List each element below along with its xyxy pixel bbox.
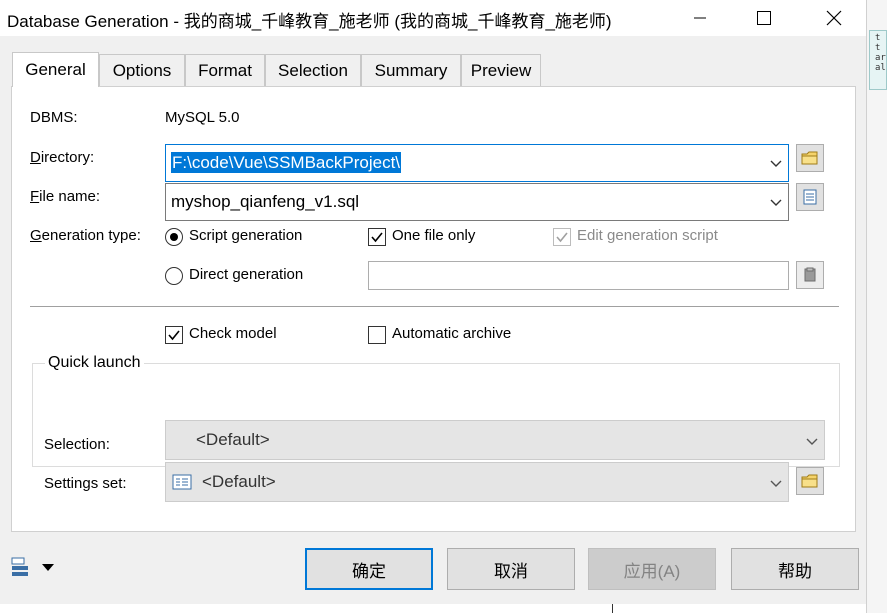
document-icon	[803, 189, 817, 205]
script-generation-label[interactable]: Script generation	[189, 227, 302, 244]
one-file-only-label[interactable]: One file only	[392, 227, 475, 244]
selection-value: <Default>	[196, 430, 270, 449]
check-icon	[371, 232, 383, 243]
maximize-button[interactable]	[740, 0, 788, 36]
tab-selection[interactable]: Selection	[265, 54, 361, 86]
cancel-button[interactable]: 取消	[447, 548, 575, 590]
settings-set-icon	[172, 474, 192, 490]
direct-generation-radio[interactable]	[165, 267, 183, 285]
filename-label: File name:	[30, 188, 101, 205]
folder-icon	[801, 474, 818, 488]
selection-label: Selection:	[44, 436, 110, 453]
apply-button: 应用(A)	[588, 548, 716, 590]
directory-label-rest: irectory:	[40, 149, 95, 166]
selection-combo: <Default>	[165, 420, 825, 460]
settings-set-browse-button[interactable]	[796, 467, 824, 495]
direct-generation-field[interactable]	[368, 261, 789, 290]
generation-type-label: Generation type:	[30, 227, 141, 244]
filename-value[interactable]: myshop_qianfeng_v1.sql	[171, 192, 359, 212]
filename-label-rest: ile name:	[39, 188, 101, 205]
edit-generation-script-label: Edit generation script	[577, 227, 718, 244]
minimize-icon	[694, 17, 706, 19]
check-icon	[168, 330, 180, 341]
dropdown-arrow-icon	[42, 564, 54, 571]
edit-file-button[interactable]	[796, 183, 824, 211]
chevron-down-icon[interactable]	[770, 477, 782, 489]
directory-selected-text: F:\code\Vue\SSMBackProject\	[171, 152, 402, 173]
automatic-archive-checkbox[interactable]	[368, 326, 386, 344]
one-file-only-checkbox[interactable]	[368, 228, 386, 246]
folder-icon	[801, 151, 818, 165]
window-title: Database Generation - 我的商城_千峰教育_施老师 (我的商…	[7, 12, 612, 31]
automatic-archive-label[interactable]: Automatic archive	[392, 325, 511, 342]
directory-label: Directory:	[30, 149, 95, 166]
help-button[interactable]: 帮助	[731, 548, 859, 590]
datasource-button	[796, 261, 824, 289]
ok-button[interactable]: 确定	[305, 548, 433, 590]
title-bar: Database Generation - 我的商城_千峰教育_施老师 (我的商…	[0, 0, 866, 36]
background-code-snippet: t t ar al	[869, 30, 887, 90]
generation-type-label-rest: eneration type:	[41, 227, 141, 244]
browse-directory-button[interactable]	[796, 144, 824, 172]
tab-general[interactable]: General	[12, 52, 99, 87]
properties-icon	[11, 557, 28, 576]
dialog-body: General Options Format Selection Summary…	[0, 36, 866, 604]
close-icon	[826, 10, 842, 26]
close-button[interactable]	[810, 0, 858, 36]
settings-set-value[interactable]: <Default>	[202, 472, 276, 492]
settings-set-combo[interactable]: <Default>	[165, 462, 789, 502]
filename-combo[interactable]: myshop_qianfeng_v1.sql	[165, 183, 789, 221]
general-panel: DBMS: MySQL 5.0 Directory: F:\code\Vue\S…	[11, 86, 856, 532]
dbms-value: MySQL 5.0	[165, 109, 240, 126]
dbms-label: DBMS:	[30, 109, 78, 126]
check-icon	[556, 232, 568, 243]
chevron-down-icon	[806, 438, 818, 445]
background-window: t t ar al	[866, 0, 887, 613]
chevron-down-icon[interactable]	[770, 157, 782, 169]
separator	[30, 306, 839, 307]
tab-format[interactable]: Format	[185, 54, 265, 86]
tab-options[interactable]: Options	[99, 54, 185, 86]
check-model-checkbox[interactable]	[165, 326, 183, 344]
properties-menu-button[interactable]	[10, 556, 60, 580]
database-icon	[804, 267, 816, 282]
script-generation-radio[interactable]	[165, 228, 183, 246]
settings-set-label: Settings set:	[44, 475, 127, 492]
minimize-button[interactable]	[676, 0, 724, 36]
maximize-icon	[757, 11, 771, 25]
check-model-label[interactable]: Check model	[189, 325, 277, 342]
directory-value[interactable]: F:\code\Vue\SSMBackProject\	[171, 152, 402, 173]
direct-generation-label[interactable]: Direct generation	[189, 266, 303, 283]
quick-launch-legend: Quick launch	[45, 354, 144, 372]
tab-summary[interactable]: Summary	[361, 54, 461, 86]
directory-combo[interactable]: F:\code\Vue\SSMBackProject\	[165, 144, 789, 182]
tab-preview[interactable]: Preview	[461, 54, 541, 86]
chevron-down-icon[interactable]	[770, 196, 782, 208]
edit-generation-script-checkbox	[553, 228, 571, 246]
